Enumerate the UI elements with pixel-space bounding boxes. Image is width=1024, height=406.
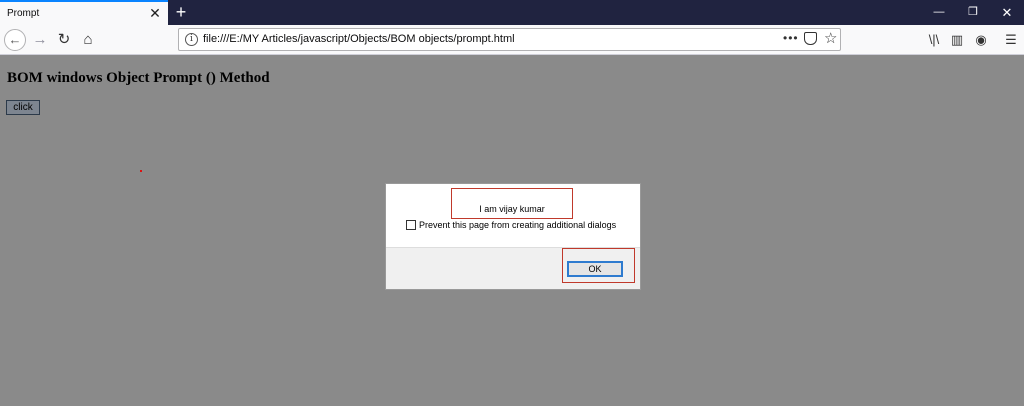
- page-actions-icon[interactable]: •••: [783, 31, 799, 45]
- reload-icon[interactable]: ↻: [53, 29, 75, 51]
- tab-close-icon[interactable]: ✕: [148, 6, 162, 20]
- url-bar[interactable]: i file:///E:/MY Articles/javascript/Obje…: [178, 28, 841, 51]
- restore-icon[interactable]: ❐: [956, 0, 990, 25]
- navigation-bar: ← → ↻ ⌂ i file:///E:/MY Articles/javascr…: [0, 25, 1024, 55]
- window-close-icon[interactable]: ✕: [990, 0, 1024, 25]
- sidebar-icon[interactable]: ▥: [949, 31, 965, 49]
- prompt-dialog: I am vijay kumar Prevent this page from …: [385, 183, 641, 290]
- ok-highlight: OK: [562, 248, 635, 283]
- page-heading: BOM windows Object Prompt () Method: [7, 70, 270, 86]
- dialog-footer: OK: [386, 247, 640, 289]
- prevent-dialogs-checkbox[interactable]: [406, 220, 416, 230]
- pocket-icon[interactable]: [804, 32, 817, 45]
- forward-icon[interactable]: →: [29, 29, 51, 51]
- click-button[interactable]: click: [6, 100, 40, 115]
- url-text[interactable]: file:///E:/MY Articles/javascript/Object…: [203, 33, 515, 45]
- info-icon[interactable]: i: [185, 33, 198, 46]
- account-icon[interactable]: ◉: [973, 31, 989, 49]
- tab-strip: Prompt ✕ + — ❐ ✕: [0, 0, 1024, 25]
- new-tab-icon[interactable]: +: [172, 2, 190, 22]
- ok-button[interactable]: OK: [567, 261, 623, 277]
- back-icon[interactable]: ←: [4, 29, 26, 51]
- prevent-dialogs-label[interactable]: Prevent this page from creating addition…: [419, 220, 616, 230]
- dialog-message: I am vijay kumar: [479, 204, 545, 214]
- library-icon[interactable]: \|\: [926, 31, 942, 49]
- stray-dot: [140, 170, 142, 172]
- minimize-icon[interactable]: —: [922, 0, 956, 25]
- home-icon[interactable]: ⌂: [77, 29, 99, 51]
- message-highlight: I am vijay kumar: [451, 188, 573, 219]
- tab-prompt[interactable]: Prompt ✕: [0, 0, 168, 25]
- bookmark-star-icon[interactable]: ☆: [824, 29, 837, 47]
- tab-title: Prompt: [7, 8, 40, 19]
- menu-icon[interactable]: ☰: [1003, 31, 1019, 49]
